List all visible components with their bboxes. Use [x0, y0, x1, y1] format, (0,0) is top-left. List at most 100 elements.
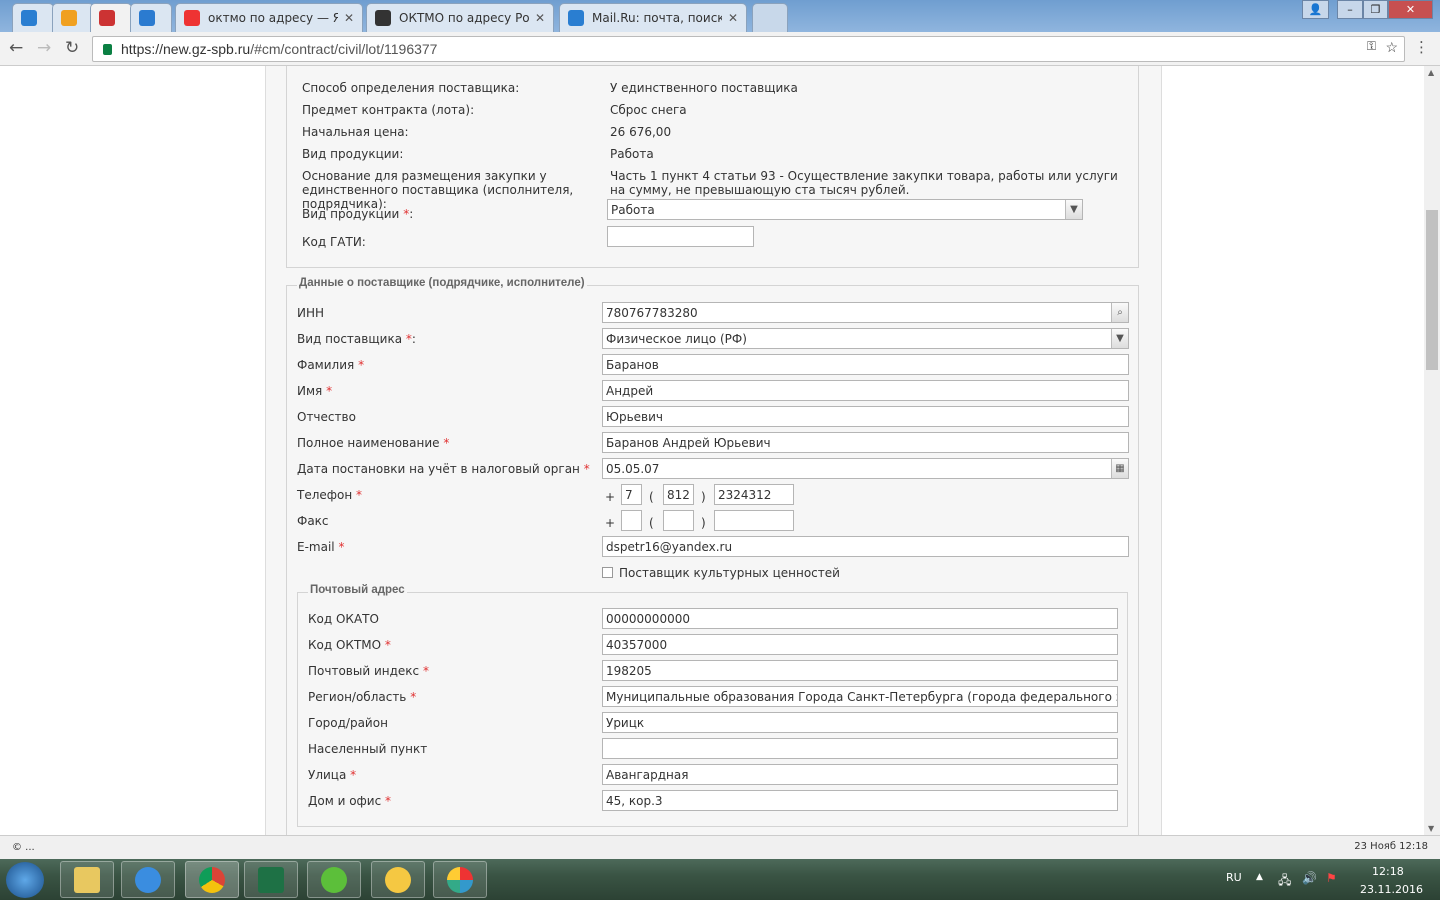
- chevron-down-icon[interactable]: ▼: [1065, 200, 1082, 219]
- field-value: У единственного поставщика: [610, 81, 798, 95]
- scroll-up-icon[interactable]: ▲: [1428, 68, 1434, 77]
- forward-icon[interactable]: →: [37, 38, 51, 58]
- phone-number-input[interactable]: 2324312: [714, 484, 794, 505]
- action-center-icon[interactable]: ⚑: [1326, 871, 1337, 885]
- app-taskbar-button[interactable]: [433, 861, 487, 898]
- fax-code-input[interactable]: [663, 510, 694, 531]
- supplier-field-input[interactable]: Юрьевич: [602, 406, 1129, 427]
- field-label: Начальная цена:: [302, 125, 409, 139]
- minimize-button[interactable]: –: [1337, 0, 1363, 19]
- scroll-down-icon[interactable]: ▼: [1428, 824, 1434, 833]
- phone-code-input[interactable]: 812: [663, 484, 694, 505]
- search-icon[interactable]: ⌕: [1111, 303, 1128, 322]
- address-field-label: Код ОКАТО: [308, 612, 379, 626]
- address-bar[interactable]: https://new.gz-spb.ru/#cm/contract/civil…: [92, 36, 1405, 62]
- phone-country-input[interactable]: 7: [621, 484, 642, 505]
- address-field-input[interactable]: 00000000000: [602, 608, 1118, 629]
- new-tab-button[interactable]: [752, 3, 788, 32]
- cultural-label: Поставщик культурных ценностей: [619, 566, 840, 580]
- browser-tab[interactable]: [90, 3, 132, 32]
- key-icon[interactable]: ⚿: [1367, 39, 1376, 54]
- calendar-icon[interactable]: ▦: [1111, 459, 1128, 478]
- email-input[interactable]: dspetr16@yandex.ru: [602, 536, 1129, 557]
- required-mark: *: [443, 436, 450, 450]
- inn-label: ИНН: [297, 306, 324, 320]
- address-field-label: Населенный пункт: [308, 742, 427, 756]
- required-mark: *: [583, 462, 590, 476]
- volume-icon[interactable]: 🔊: [1302, 871, 1317, 885]
- start-button[interactable]: [6, 862, 44, 898]
- email-label: E-mail *: [297, 540, 344, 554]
- status-datetime: 23 Нояб 12:18: [1354, 841, 1428, 852]
- supplier-field-label: Полное наименование *: [297, 436, 449, 450]
- address-field-input[interactable]: 45, кор.3: [602, 790, 1118, 811]
- supplier-field-input[interactable]: Андрей: [602, 380, 1129, 401]
- user-button[interactable]: 👤: [1302, 0, 1329, 19]
- tray-expand-icon[interactable]: ▲: [1256, 872, 1263, 882]
- gati-input[interactable]: [607, 226, 754, 247]
- browser-tab[interactable]: ОКТМО по адресу Росс ✕: [366, 3, 554, 32]
- supplier-field-input[interactable]: Баранов: [602, 354, 1129, 375]
- address-field-label: Улица *: [308, 768, 356, 782]
- fax-number-input[interactable]: [714, 510, 794, 531]
- browser-tab[interactable]: [12, 3, 54, 32]
- address-field-input[interactable]: [602, 738, 1118, 759]
- supplier-field-label: Отчество: [297, 410, 356, 424]
- fax-paren-open: (: [649, 516, 654, 530]
- ie-icon: [135, 866, 161, 893]
- status-bar: © ... 23 Нояб 12:18: [0, 835, 1440, 859]
- reload-icon[interactable]: ↻: [65, 38, 79, 58]
- browser-tab[interactable]: октмо по адресу — Янд✕: [175, 3, 363, 32]
- clock-date[interactable]: 23.11.2016: [1360, 883, 1423, 896]
- fax-country-input[interactable]: [621, 510, 642, 531]
- tab-close-icon[interactable]: ✕: [529, 11, 545, 25]
- address-field-input[interactable]: Урицк: [602, 712, 1118, 733]
- supplier-field-label: Фамилия *: [297, 358, 364, 372]
- close-window-button[interactable]: ✕: [1388, 0, 1433, 19]
- cultural-checkbox[interactable]: [602, 567, 613, 578]
- yandex-icon: [184, 10, 200, 26]
- explorer-taskbar-button[interactable]: [60, 861, 114, 898]
- network-icon[interactable]: 🖧: [1278, 871, 1291, 892]
- qip-taskbar-button[interactable]: [307, 861, 361, 898]
- browser-tab[interactable]: [52, 3, 94, 32]
- ie-taskbar-button[interactable]: [121, 861, 175, 898]
- clock-time[interactable]: 12:18: [1372, 865, 1404, 878]
- address-field-input[interactable]: 198205: [602, 660, 1118, 681]
- browser-tab[interactable]: [130, 3, 172, 32]
- supplier-field-input[interactable]: Баранов Андрей Юрьевич: [602, 432, 1129, 453]
- product-type-label: Вид продукции *:: [302, 207, 414, 221]
- menu-icon[interactable]: ⋮: [1414, 38, 1429, 56]
- required-mark: *: [422, 664, 429, 678]
- tab-strip: октмо по адресу — Янд✕ОКТМО по адресу Ро…: [0, 0, 1440, 32]
- inn-input[interactable]: 780767783280: [602, 302, 1129, 323]
- address-field-input[interactable]: Муниципальные образования Города Санкт-П…: [602, 686, 1118, 707]
- 1c-taskbar-button[interactable]: [371, 861, 425, 898]
- excel-taskbar-button[interactable]: [244, 861, 298, 898]
- back-icon[interactable]: ←: [9, 38, 23, 58]
- maximize-button[interactable]: ❐: [1363, 0, 1388, 19]
- required-mark: *: [385, 794, 392, 808]
- oktmo-icon: [375, 10, 391, 26]
- address-field-label-text: Дом и офис: [308, 794, 382, 808]
- field-value: Работа: [610, 147, 654, 161]
- product-type-select[interactable]: Работа: [607, 199, 1083, 220]
- address-field-input[interactable]: Авангардная: [602, 764, 1118, 785]
- page-scrollbar[interactable]: ▲ ▼: [1424, 66, 1440, 835]
- scrollbar-thumb[interactable]: [1426, 210, 1438, 370]
- chevron-down-icon[interactable]: ▼: [1111, 329, 1128, 348]
- star-icon[interactable]: ☆: [1385, 39, 1398, 56]
- address-field-input[interactable]: 40357000: [602, 634, 1118, 655]
- phone-paren-open: (: [649, 490, 654, 504]
- required-mark: *: [405, 332, 412, 346]
- mailru-icon: [568, 10, 584, 26]
- tab-title: Mail.Ru: почта, поиск в: [592, 11, 722, 25]
- address-field-label-text: Улица: [308, 768, 347, 782]
- supplier-type-select[interactable]: Физическое лицо (РФ): [602, 328, 1129, 349]
- browser-tab[interactable]: Mail.Ru: почта, поиск в ✕: [559, 3, 747, 32]
- tax-date-input[interactable]: 05.05.07: [602, 458, 1129, 479]
- tab-close-icon[interactable]: ✕: [338, 11, 354, 25]
- chrome-taskbar-button[interactable]: [185, 861, 239, 898]
- language-indicator[interactable]: RU: [1226, 871, 1242, 884]
- tab-close-icon[interactable]: ✕: [722, 11, 738, 25]
